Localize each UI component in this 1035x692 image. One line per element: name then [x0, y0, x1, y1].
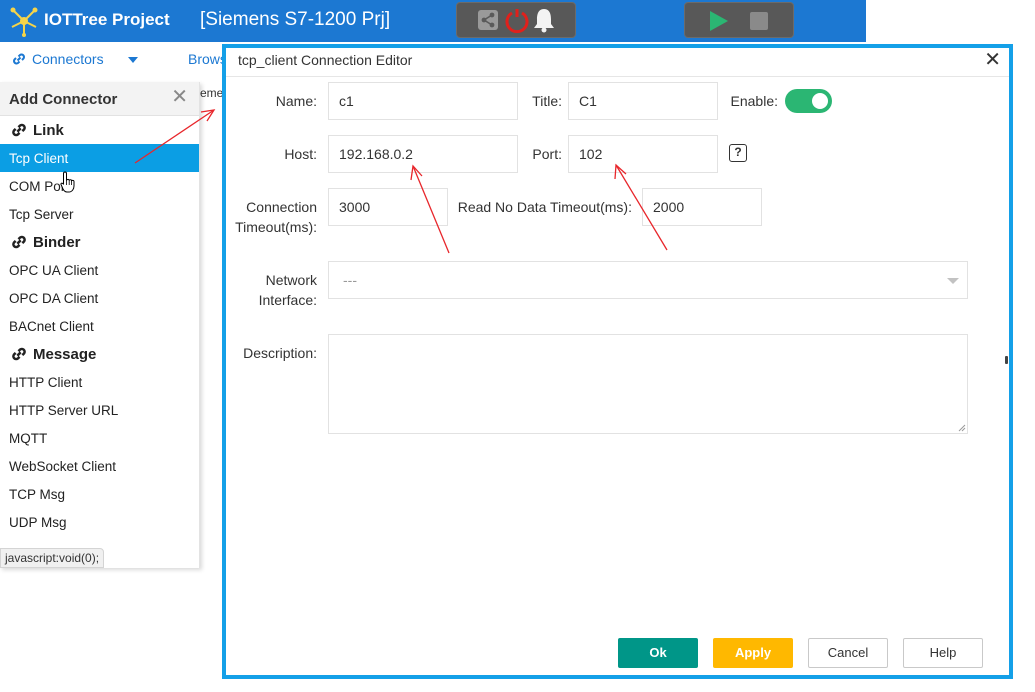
title-label: Title: — [532, 93, 562, 109]
host-label: Host: — [284, 146, 317, 162]
chevron-down-icon — [947, 278, 959, 284]
port-input[interactable] — [568, 135, 718, 173]
toggle-knob — [812, 93, 828, 109]
close-icon[interactable]: ✕ — [171, 87, 188, 107]
read-timeout-label: Read No Data Timeout(ms): — [457, 199, 632, 215]
edge-marker — [1005, 356, 1008, 364]
select-value: --- — [343, 272, 357, 288]
connector-item-tcp-server[interactable]: Tcp Server — [0, 200, 199, 228]
link-icon — [13, 53, 25, 65]
connector-item-http-client[interactable]: HTTP Client — [0, 368, 199, 396]
section-message: Message — [0, 340, 199, 368]
connection-timeout-input[interactable] — [328, 188, 448, 226]
stop-icon[interactable] — [749, 11, 769, 31]
section-title: Binder — [33, 233, 81, 251]
connector-item-websocket-client[interactable]: WebSocket Client — [0, 452, 199, 480]
connector-item-http-server-url[interactable]: HTTP Server URL — [0, 396, 199, 424]
connector-item-udp-msg[interactable]: UDP Msg — [0, 508, 199, 536]
connection-timeout-label: Connection Timeout(ms): — [230, 197, 317, 237]
browser-menu[interactable]: Browser — [183, 51, 223, 67]
browser-status-url: javascript:void(0); — [0, 548, 105, 568]
browser-label: Browser — [188, 51, 223, 67]
network-interface-select[interactable]: --- — [328, 261, 968, 299]
label-line: Interface: — [258, 292, 317, 308]
run-controls-group — [684, 2, 794, 38]
connectors-menu[interactable]: Connectors — [11, 51, 104, 67]
help-icon[interactable]: ? — [729, 144, 747, 162]
add-connector-panel: Add Connector ✕ Link Tcp Client COM Port… — [0, 82, 200, 568]
description-label: Description: — [243, 345, 317, 361]
connector-item-tcp-client[interactable]: Tcp Client — [0, 144, 199, 172]
link-icon — [12, 123, 26, 137]
section-link: Link — [0, 116, 199, 144]
connection-editor-dialog: tcp_client Connection Editor ✕ Name: Tit… — [222, 44, 1013, 679]
connector-item-mqtt[interactable]: MQTT — [0, 424, 199, 452]
chevron-down-icon[interactable] — [128, 57, 138, 63]
close-icon[interactable]: ✕ — [984, 50, 1001, 70]
ok-button[interactable]: Ok — [618, 638, 698, 668]
name-label: Name: — [275, 93, 317, 109]
link-icon — [12, 235, 26, 249]
port-label: Port: — [532, 146, 562, 162]
power-icon[interactable] — [504, 7, 530, 35]
top-bar: IOTTree Project [Siemens S7-1200 Prj] — [0, 0, 866, 42]
read-timeout-input[interactable] — [642, 188, 762, 226]
connector-item-bacnet-client[interactable]: BACnet Client — [0, 312, 199, 340]
play-icon[interactable] — [707, 9, 731, 33]
connector-item-com-port[interactable]: COM Port — [0, 172, 199, 200]
panel-title: Add Connector — [9, 91, 118, 108]
annotation-arrowhead — [200, 109, 216, 122]
network-interface-label: Network Interface: — [230, 270, 317, 310]
app-root: IOTTree Project [Siemens S7-1200 Prj] Co… — [0, 0, 1035, 692]
link-icon — [12, 347, 26, 361]
enable-toggle[interactable] — [785, 89, 832, 113]
cancel-button[interactable]: Cancel — [808, 638, 888, 668]
section-binder: Binder — [0, 228, 199, 256]
resize-grip-icon[interactable] — [958, 424, 966, 432]
dialog-title: tcp_client Connection Editor — [238, 52, 413, 68]
connector-item-opc-ua-client[interactable]: OPC UA Client — [0, 256, 199, 284]
label-line: Timeout(ms): — [235, 219, 317, 235]
help-button[interactable]: Help — [903, 638, 983, 668]
name-input[interactable] — [328, 82, 518, 120]
app-title: IOTTree Project — [44, 10, 170, 29]
connectors-label: Connectors — [32, 51, 104, 67]
apply-button[interactable]: Apply — [713, 638, 793, 668]
title-input[interactable] — [568, 82, 718, 120]
project-title: [Siemens S7-1200 Prj] — [200, 9, 391, 30]
section-title: Message — [33, 345, 97, 363]
label-line: Connection — [246, 199, 317, 215]
connector-item-opc-da-client[interactable]: OPC DA Client — [0, 284, 199, 312]
iottree-logo-icon — [10, 7, 38, 37]
section-title: Link — [33, 121, 64, 139]
enable-label: Enable: — [730, 93, 778, 109]
description-textarea[interactable] — [328, 334, 968, 434]
project-tools-group — [456, 2, 576, 38]
dialog-divider — [226, 76, 1009, 77]
host-input[interactable] — [328, 135, 518, 173]
connector-item-tcp-msg[interactable]: TCP Msg — [0, 480, 199, 508]
panel-header: Add Connector ✕ — [0, 82, 199, 116]
share-icon[interactable] — [477, 8, 499, 32]
bell-icon[interactable] — [531, 6, 557, 34]
breadcrumb-fragment: eme — [200, 86, 222, 100]
label-line: Network — [265, 272, 317, 288]
